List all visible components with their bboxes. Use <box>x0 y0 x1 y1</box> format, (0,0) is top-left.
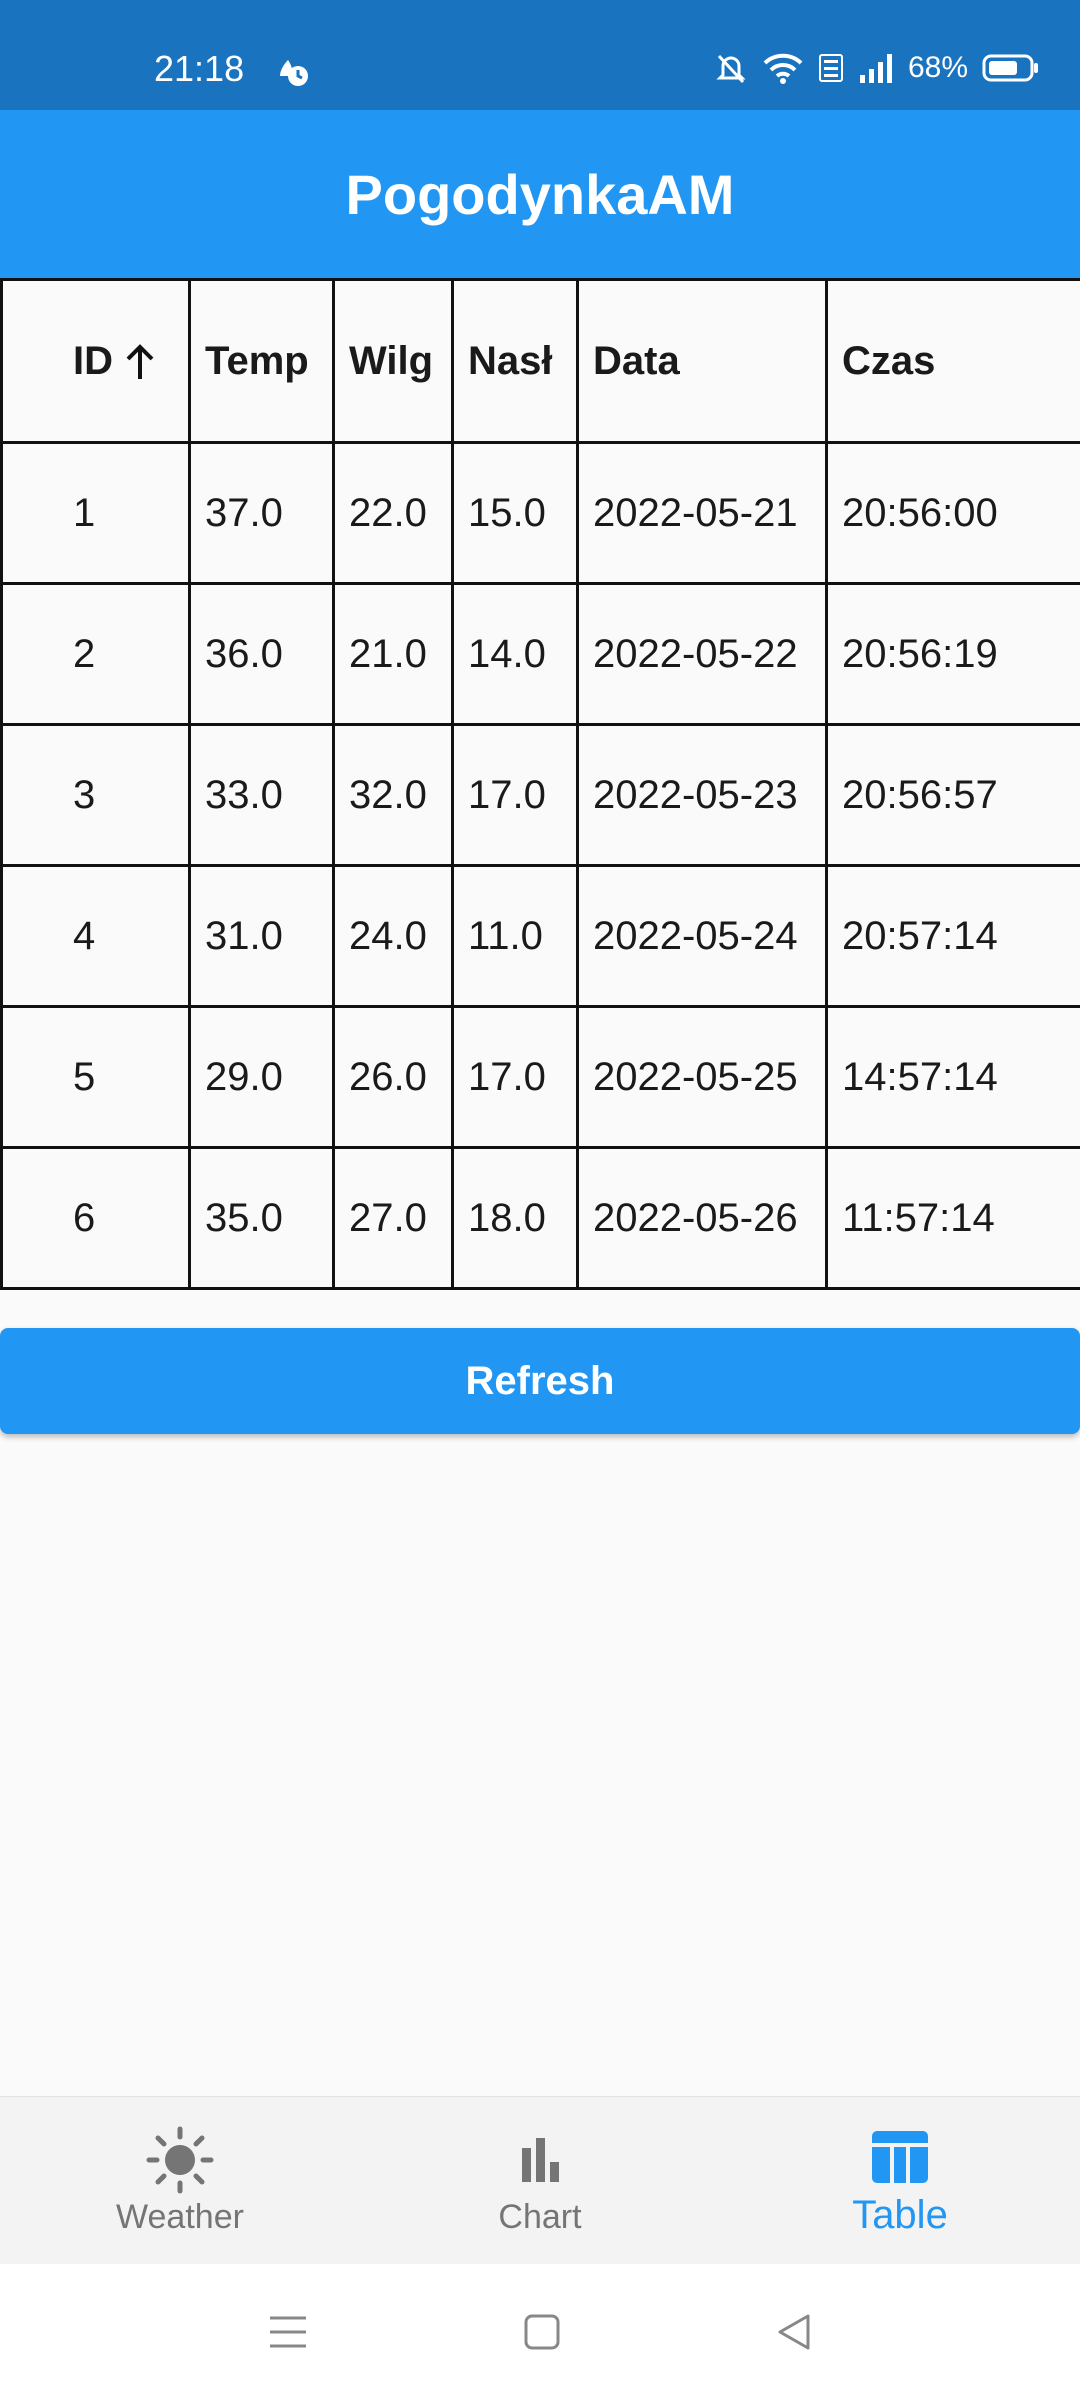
app-bar: PogodynkaAM <box>0 110 1080 278</box>
column-header-nasl[interactable]: Nasł <box>451 278 579 444</box>
cell-temp: 36.0 <box>188 582 335 726</box>
status-bar: 21:18 68% <box>0 0 1080 110</box>
table-row: 6 35.0 27.0 18.0 2022-05-26 11:57:14 <box>0 1146 1080 1290</box>
cell-id: 4 <box>0 864 191 1008</box>
cell-data: 2022-05-23 <box>576 723 828 867</box>
cell-wilg: 27.0 <box>332 1146 454 1290</box>
refresh-button-label: Refresh <box>465 1358 615 1403</box>
column-header-id[interactable]: ID <box>0 278 191 444</box>
home-icon[interactable] <box>522 2312 562 2352</box>
nav-item-chart[interactable]: Chart <box>360 2097 720 2265</box>
cell-czas: 20:56:00 <box>825 441 1080 585</box>
cell-temp: 35.0 <box>188 1146 335 1290</box>
cell-id: 1 <box>0 441 191 585</box>
nav-label-weather: Weather <box>116 2197 244 2236</box>
cell-id: 2 <box>0 582 191 726</box>
cell-temp: 31.0 <box>188 864 335 1008</box>
cell-nasl: 17.0 <box>451 1005 579 1149</box>
volte-icon <box>818 54 843 82</box>
cell-wilg: 26.0 <box>332 1005 454 1149</box>
nav-label-chart: Chart <box>498 2197 582 2236</box>
status-time: 21:18 <box>154 48 245 89</box>
nav-item-table[interactable]: Table <box>720 2097 1080 2265</box>
cell-temp: 37.0 <box>188 441 335 585</box>
table-row: 2 36.0 21.0 14.0 2022-05-22 20:56:19 <box>0 582 1080 726</box>
wifi-icon <box>763 53 803 84</box>
arrow-up-icon <box>126 344 154 379</box>
bar-chart-icon <box>522 2137 559 2182</box>
system-navigation-bar <box>0 2264 1080 2400</box>
cell-data: 2022-05-26 <box>576 1146 828 1290</box>
bottom-navigation: Weather Chart Table <box>0 2096 1080 2265</box>
cell-nasl: 17.0 <box>451 723 579 867</box>
weather-status-icon <box>280 60 308 86</box>
table-row: 1 37.0 22.0 15.0 2022-05-21 20:56:00 <box>0 441 1080 585</box>
table-row: 3 33.0 32.0 17.0 2022-05-23 20:56:57 <box>0 723 1080 867</box>
cell-data: 2022-05-22 <box>576 582 828 726</box>
nav-label-table: Table <box>852 2192 948 2237</box>
table-row: 4 31.0 24.0 11.0 2022-05-24 20:57:14 <box>0 864 1080 1008</box>
cell-czas: 20:57:14 <box>825 864 1080 1008</box>
refresh-button[interactable]: Refresh <box>0 1328 1080 1434</box>
cell-nasl: 14.0 <box>451 582 579 726</box>
battery-icon <box>982 54 1038 82</box>
cell-nasl: 18.0 <box>451 1146 579 1290</box>
cell-wilg: 24.0 <box>332 864 454 1008</box>
sun-icon <box>146 2126 214 2193</box>
signal-icon <box>859 54 892 83</box>
column-header-data[interactable]: Data <box>576 278 828 444</box>
menu-icon[interactable] <box>266 2312 310 2352</box>
cell-temp: 33.0 <box>188 723 335 867</box>
table-row: 5 29.0 26.0 17.0 2022-05-25 14:57:14 <box>0 1005 1080 1149</box>
column-header-wilg[interactable]: Wilg <box>332 278 454 444</box>
cell-wilg: 21.0 <box>332 582 454 726</box>
bell-off-icon <box>716 54 746 84</box>
nav-item-weather[interactable]: Weather <box>0 2097 360 2265</box>
cell-wilg: 22.0 <box>332 441 454 585</box>
app-title: PogodynkaAM <box>345 162 735 226</box>
cell-id: 5 <box>0 1005 191 1149</box>
table-icon <box>872 2130 928 2183</box>
data-table: ID Temp Wilg Nasł Data Czas 1 37.0 22.0 … <box>0 278 1080 1290</box>
cell-czas: 20:56:57 <box>825 723 1080 867</box>
back-icon[interactable] <box>774 2312 814 2352</box>
cell-czas: 14:57:14 <box>825 1005 1080 1149</box>
cell-data: 2022-05-24 <box>576 864 828 1008</box>
cell-temp: 29.0 <box>188 1005 335 1149</box>
cell-nasl: 15.0 <box>451 441 579 585</box>
column-header-temp[interactable]: Temp <box>188 278 335 444</box>
cell-id: 6 <box>0 1146 191 1290</box>
cell-wilg: 32.0 <box>332 723 454 867</box>
cell-nasl: 11.0 <box>451 864 579 1008</box>
cell-czas: 11:57:14 <box>825 1146 1080 1290</box>
cell-data: 2022-05-21 <box>576 441 828 585</box>
column-header-czas[interactable]: Czas <box>825 278 1080 444</box>
battery-percent: 68% <box>907 51 968 84</box>
cell-czas: 20:56:19 <box>825 582 1080 726</box>
table-header-row: ID Temp Wilg Nasł Data Czas <box>0 278 1080 444</box>
cell-id: 3 <box>0 723 191 867</box>
cell-data: 2022-05-25 <box>576 1005 828 1149</box>
